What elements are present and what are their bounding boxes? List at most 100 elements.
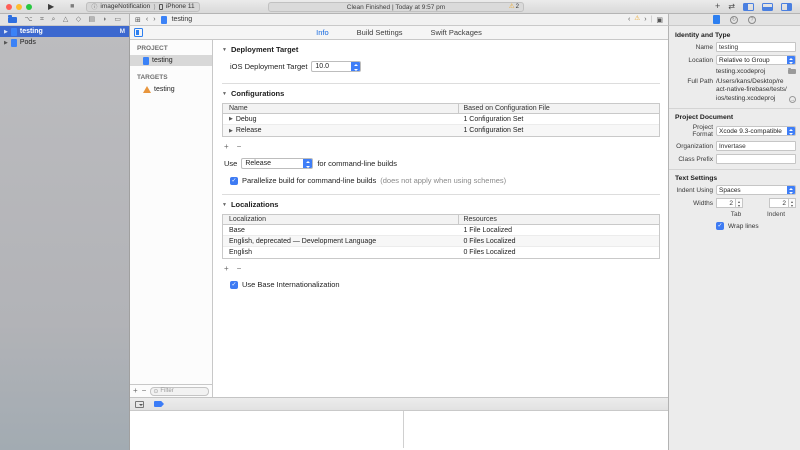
organization-field[interactable]: Invertase [716,141,796,151]
debug-navigator-icon[interactable]: ▤ [89,16,96,23]
base-internationalization-checkbox[interactable]: ✓ [230,281,238,289]
wrap-lines-checkbox[interactable]: ✓ [716,222,724,230]
run-button[interactable]: ▶ [48,0,54,13]
indent-using-dropdown[interactable]: Spaces [716,185,796,195]
dropdown-value: 10.0 [312,62,351,71]
project-format-label: Project Format [673,124,713,138]
table-header: Name Based on Configuration File [223,104,659,114]
library-button[interactable]: + [715,2,720,11]
tab-swift-packages[interactable]: Swift Packages [431,28,482,37]
indent-width-stepper[interactable]: 2 [769,198,796,208]
issue-navigator-icon[interactable]: △ [63,16,68,23]
indent-width-value[interactable]: 2 [769,198,789,208]
toggle-debug-area-button[interactable] [762,3,773,11]
forward-button[interactable]: › [153,16,155,23]
jumpbar-file-name[interactable]: testing [172,16,193,23]
tab-build-settings[interactable]: Build Settings [357,28,403,37]
tab-width-stepper[interactable]: 2 [716,198,743,208]
folder-icon[interactable] [788,69,796,74]
row-disclosure-icon[interactable]: ▶ [229,128,233,134]
navigator-item-testing[interactable]: ▶ testing M [0,26,129,37]
back-button[interactable]: ‹ [146,16,148,23]
table-row[interactable]: Base 1 File Localized [223,225,659,236]
column-header: Resources [458,215,659,224]
issue-badge[interactable]: ⚠ 2 [509,4,519,11]
remove-localization-button[interactable]: − [237,264,242,273]
code-review-button[interactable]: ⇄ [728,3,735,11]
ios-deployment-target-dropdown[interactable]: 10.0 [311,61,361,72]
project-format-dropdown[interactable]: Xcode 9.3-compatible [716,126,796,136]
command-line-configuration-dropdown[interactable]: Release [241,158,313,169]
dropdown-value: Relative to Group [717,56,787,64]
identity-section-title: Identity and Type [675,32,796,39]
editor-layout-icon[interactable]: ▣ [656,16,663,24]
stop-button[interactable]: ■ [70,0,74,13]
section-disclosure-icon[interactable]: ▼ [222,91,227,97]
close-button[interactable] [6,4,12,10]
toggle-inspector-button[interactable] [781,3,792,11]
find-navigator-icon[interactable]: ⌕ [51,16,55,23]
stepper-icon[interactable] [736,198,743,208]
filter-input[interactable]: ⊙ Filter [150,387,209,396]
row-disclosure-icon[interactable]: ▶ [229,116,233,122]
section-disclosure-icon[interactable]: ▼ [222,47,227,53]
add-configuration-button[interactable]: + [224,142,229,151]
source-control-navigator-icon[interactable]: ⌥ [24,16,32,23]
localizations-table: Localization Resources Base 1 File Local… [222,214,660,259]
table-row[interactable]: ▶ Debug 1 Configuration Set [223,114,659,125]
minimize-button[interactable] [16,4,22,10]
project-navigator-icon[interactable] [8,17,17,23]
sidebar-item-target-testing[interactable]: testing [130,84,212,95]
localization-name: Base [229,227,245,234]
remove-target-button[interactable]: − [142,387,147,395]
hide-debug-area-icon[interactable] [135,401,144,408]
scheme-app-icon: ⓘ [91,2,97,11]
breakpoints-toggle-icon[interactable] [154,401,164,407]
section-disclosure-icon[interactable]: ▼ [222,202,227,208]
stepper-icon[interactable] [789,198,796,208]
next-issue-button[interactable]: › [644,16,646,23]
quick-help-inspector-icon[interactable]: ? [748,16,756,24]
name-field[interactable]: testing [716,42,796,52]
activity-view: Clean Finished | Today at 9:57 pm ⚠ 2 [268,2,524,12]
file-inspector-icon[interactable] [713,15,720,24]
symbol-navigator-icon[interactable]: ⌗ [40,16,44,23]
dropdown-stepper-icon [303,159,312,168]
sidebar-item-project-testing[interactable]: testing [130,55,212,66]
debug-area-divider[interactable] [403,411,404,448]
breakpoint-navigator-icon[interactable]: ◗ [103,16,107,23]
disclosure-icon[interactable]: ▶ [4,40,8,46]
related-items-icon[interactable]: ⊞ [135,16,141,24]
project-icon [11,39,17,47]
previous-issue-button[interactable]: ‹ [628,16,630,23]
location-dropdown[interactable]: Relative to Group [716,55,796,65]
configuration-file: 1 Configuration Set [458,114,659,124]
tab-width-value[interactable]: 2 [716,198,736,208]
remove-configuration-button[interactable]: − [237,142,242,151]
tab-info[interactable]: Info [316,28,329,37]
navigator-item-pods[interactable]: ▶ Pods [0,37,129,48]
class-prefix-field[interactable] [716,154,796,164]
base-internationalization-label: Use Base Internationalization [242,280,340,289]
device-icon [159,4,163,10]
table-row[interactable]: ▶ Release 1 Configuration Set [223,125,659,136]
table-row[interactable]: English 0 Files Localized [223,247,659,258]
report-navigator-icon[interactable]: ▭ [114,16,121,23]
history-inspector-icon[interactable]: ↻ [730,16,738,24]
zoom-button[interactable] [26,4,32,10]
project-icon [143,57,149,65]
reveal-arrow-icon[interactable]: → [789,96,796,103]
scheme-selector[interactable]: ⓘ imageNotification ⟩ iPhone 11 [86,2,199,12]
jump-bar: ⊞ ‹ › testing ‹ ⚠ › | ▣ [130,14,668,26]
indent-sublabel: Indent [756,211,796,218]
add-localization-button[interactable]: + [224,264,229,273]
disclosure-icon[interactable]: ▶ [4,29,8,35]
main-toolbar: ▶ ■ ⓘ imageNotification ⟩ iPhone 11 Clea… [0,0,800,14]
toggle-navigator-button[interactable] [743,3,754,11]
parallelize-checkbox[interactable]: ✓ [230,177,238,185]
localization-name: English [229,249,252,256]
table-header: Localization Resources [223,215,659,225]
table-row[interactable]: English, deprecated — Development Langua… [223,236,659,247]
test-navigator-icon[interactable]: ◇ [76,16,81,23]
add-target-button[interactable]: + [133,387,138,395]
